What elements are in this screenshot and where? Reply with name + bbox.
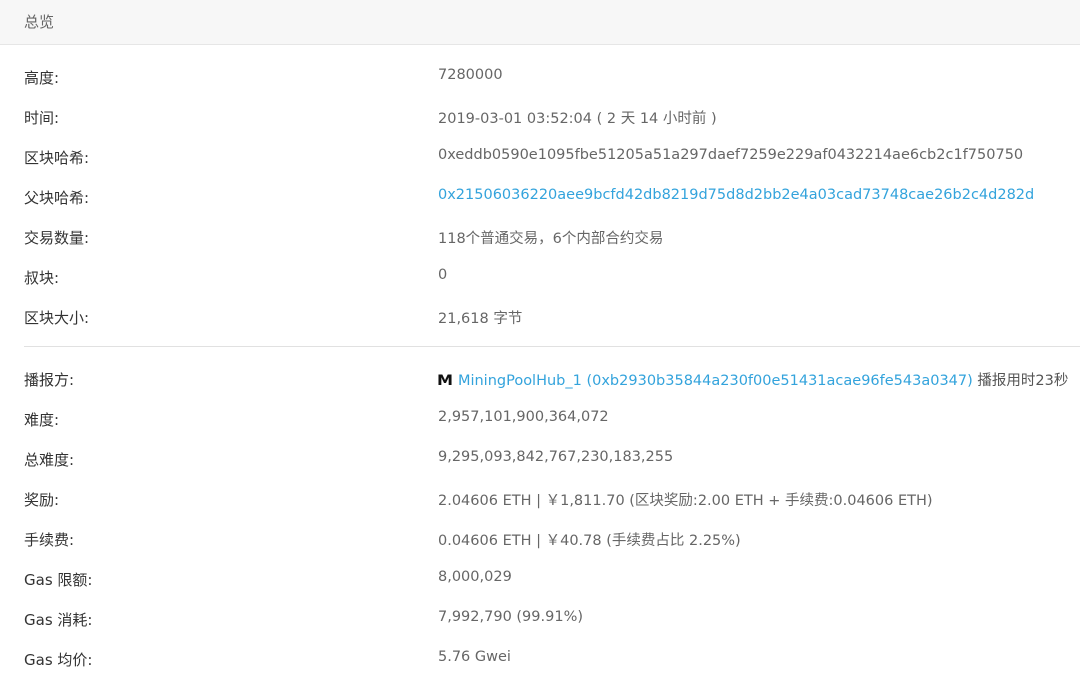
difficulty-label: 难度: [24, 411, 60, 429]
reward-value: 2.04606 ETH | ￥1,811.70 (区块奖励:2.00 ETH +… [438, 493, 933, 509]
row-total-difficulty: 总难度: 9,295,093,842,767,230,183,255 [0, 440, 1080, 480]
row-reward: 奖励: 2.04606 ETH | ￥1,811.70 (区块奖励:2.00 E… [0, 480, 1080, 520]
total-difficulty-label: 总难度: [24, 451, 75, 469]
parent-hash-label: 父块哈希: [24, 189, 90, 207]
total-difficulty-value: 9,295,093,842,767,230,183,255 [438, 449, 674, 465]
block-mining-info: 播报方: M MiningPoolHub_1 (0xb2930b35844a230… [0, 360, 1080, 680]
row-tx-count: 交易数量: 118个普通交易，6个内部合约交易 [0, 218, 1080, 258]
row-parent-hash: 父块哈希: 0x21506036220aee9bcfd42db8219d75d8… [0, 178, 1080, 218]
miner-link[interactable]: MiningPoolHub_1 (0xb2930b35844a230f00e51… [458, 373, 973, 389]
row-height: 高度: 7280000 [0, 58, 1080, 98]
gas-limit-value: 8,000,029 [438, 569, 512, 585]
overview-header: 总览 [0, 0, 1080, 45]
difficulty-value: 2,957,101,900,364,072 [438, 409, 609, 425]
row-miner: 播报方: M MiningPoolHub_1 (0xb2930b35844a230… [0, 360, 1080, 400]
gas-limit-label: Gas 限额: [24, 571, 93, 589]
block-size-value: 21,618 字节 [438, 311, 523, 327]
time-label: 时间: [24, 109, 60, 127]
time-value: 2019-03-01 03:52:04 ( 2 天 14 小时前 ) [438, 111, 717, 127]
row-block-hash: 区块哈希: 0xeddb0590e1095fbe51205a51a297daef… [0, 138, 1080, 178]
row-gas-used: Gas 消耗: 7,992,790 (99.91%) [0, 600, 1080, 640]
fee-label: 手续费: [24, 531, 75, 549]
gas-used-label: Gas 消耗: [24, 611, 93, 629]
block-hash-value: 0xeddb0590e1095fbe51205a51a297daef7259e2… [438, 147, 1024, 163]
tx-count-label: 交易数量: [24, 229, 90, 247]
block-hash-label: 区块哈希: [24, 149, 90, 167]
uncles-label: 叔块: [24, 269, 60, 287]
block-basic-info: 高度: 7280000 时间: 2019-03-01 03:52:04 ( 2 … [0, 58, 1080, 338]
gas-price-label: Gas 均价: [24, 651, 93, 669]
row-block-size: 区块大小: 21,618 字节 [0, 298, 1080, 338]
row-gas-price: Gas 均价: 5.76 Gwei [0, 640, 1080, 680]
fee-value: 0.04606 ETH | ￥40.78 (手续费占比 2.25%) [438, 533, 741, 549]
tx-count-value: 118个普通交易，6个内部合约交易 [438, 231, 664, 247]
reward-label: 奖励: [24, 491, 60, 509]
height-label: 高度: [24, 69, 60, 87]
block-size-label: 区块大小: [24, 309, 90, 327]
row-difficulty: 难度: 2,957,101,900,364,072 [0, 400, 1080, 440]
row-gas-limit: Gas 限额: 8,000,029 [0, 560, 1080, 600]
parent-hash-link[interactable]: 0x21506036220aee9bcfd42db8219d75d8d2bb2e… [438, 187, 1034, 203]
gas-price-value: 5.76 Gwei [438, 649, 511, 665]
gas-used-value: 7,992,790 (99.91%) [438, 609, 584, 625]
miner-report-time: 播报用时23秒 [972, 373, 1069, 389]
row-fee: 手续费: 0.04606 ETH | ￥40.78 (手续费占比 2.25%) [0, 520, 1080, 560]
height-value: 7280000 [438, 67, 503, 83]
miner-label: 播报方: [24, 371, 75, 389]
mining-pool-logo-icon: M [436, 373, 453, 389]
page-title: 总览 [24, 13, 55, 31]
row-time: 时间: 2019-03-01 03:52:04 ( 2 天 14 小时前 ) [0, 98, 1080, 138]
miner-value: M MiningPoolHub_1 (0xb2930b35844a230f00e5… [436, 369, 1069, 390]
row-uncles: 叔块: 0 [0, 258, 1080, 298]
uncles-value: 0 [438, 267, 448, 283]
section-divider [24, 346, 1080, 347]
